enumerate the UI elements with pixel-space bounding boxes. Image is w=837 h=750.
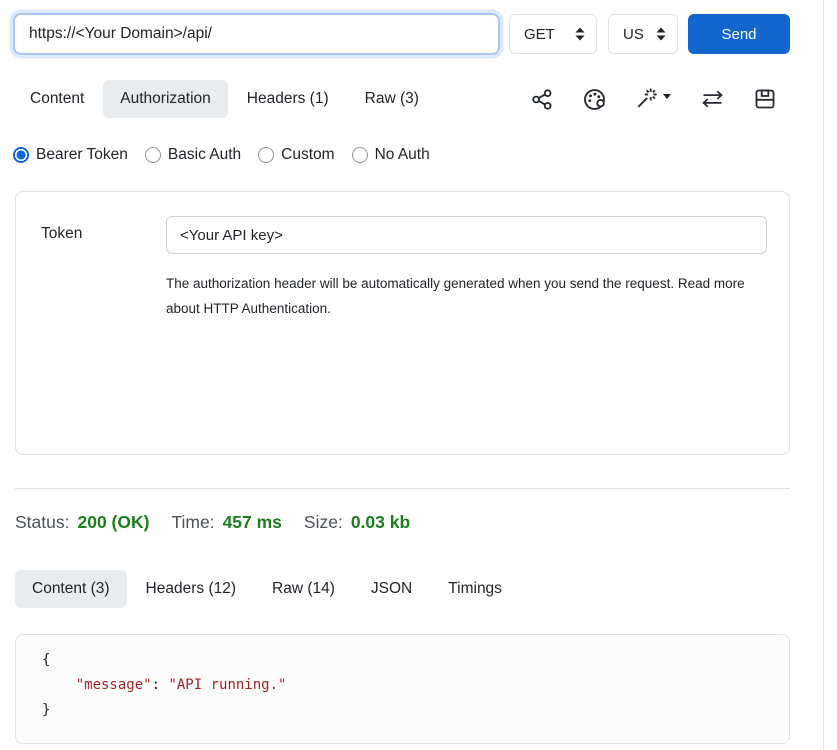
response-status-row: Status: 200 (OK) Time: 457 ms Size: 0.03…: [15, 512, 822, 533]
resp-tab-raw[interactable]: Raw (14): [255, 570, 352, 608]
radio-no-auth[interactable]: No Auth: [352, 146, 430, 164]
tab-raw[interactable]: Raw (3): [348, 80, 436, 118]
scroll-gutter-line: [823, 0, 824, 750]
code-line-close: }: [42, 698, 789, 723]
select-updown-icon: [575, 27, 585, 41]
radio-unselected-icon: [258, 147, 274, 163]
tab-headers[interactable]: Headers (1): [230, 80, 346, 118]
tab-content[interactable]: Content: [13, 80, 101, 118]
time-label: Time:: [171, 512, 214, 533]
radio-basic-auth[interactable]: Basic Auth: [145, 146, 241, 164]
resp-tab-timings[interactable]: Timings: [431, 570, 519, 608]
region-select-value: US: [623, 26, 644, 43]
auth-help-text: The authorization header will be automat…: [166, 271, 756, 321]
bearer-token-panel: Token The authorization header will be a…: [15, 191, 790, 455]
resp-tab-json[interactable]: JSON: [354, 570, 429, 608]
request-bar: GET US Send: [13, 13, 822, 55]
json-separator: :: [152, 677, 169, 693]
status-pair: Status: 200 (OK): [15, 512, 149, 533]
radio-label: Basic Auth: [168, 146, 241, 164]
chevron-down-icon: [663, 94, 671, 99]
token-input[interactable]: [166, 216, 767, 254]
radio-unselected-icon: [352, 147, 368, 163]
radio-label: Custom: [281, 146, 334, 164]
token-label: Token: [41, 216, 166, 254]
size-pair: Size: 0.03 kb: [304, 512, 410, 533]
radio-bearer-token[interactable]: Bearer Token: [13, 146, 128, 164]
time-pair: Time: 457 ms: [171, 512, 281, 533]
status-label: Status:: [15, 512, 69, 533]
code-line-open: {: [42, 648, 789, 673]
time-value: 457 ms: [223, 512, 282, 533]
json-value: "API running.": [168, 677, 286, 693]
radio-label: No Auth: [375, 146, 430, 164]
share-icon[interactable]: [531, 88, 554, 111]
swap-arrows-icon[interactable]: [700, 89, 725, 109]
size-value: 0.03 kb: [351, 512, 410, 533]
palette-icon[interactable]: [583, 88, 606, 111]
code-line-message: "message": "API running.": [42, 673, 789, 698]
api-client-page: GET US Send Content Authorization Header…: [0, 0, 822, 744]
send-button[interactable]: Send: [688, 14, 790, 54]
region-select[interactable]: US: [608, 14, 678, 54]
magic-wand-icon[interactable]: [635, 87, 671, 111]
tab-authorization[interactable]: Authorization: [103, 80, 227, 118]
request-tabs-row: Content Authorization Headers (1) Raw (3…: [13, 80, 822, 118]
method-select-value: GET: [524, 26, 555, 43]
radio-selected-icon: [13, 147, 29, 163]
response-body-code: { "message": "API running." }: [15, 634, 790, 744]
method-select[interactable]: GET: [509, 14, 597, 54]
radio-unselected-icon: [145, 147, 161, 163]
url-input[interactable]: [13, 13, 500, 55]
save-icon[interactable]: [754, 88, 776, 110]
resp-tab-headers[interactable]: Headers (12): [129, 570, 253, 608]
response-tabs-row: Content (3) Headers (12) Raw (14) JSON T…: [15, 570, 822, 608]
status-value: 200 (OK): [77, 512, 149, 533]
json-key: "message": [42, 677, 152, 693]
radio-custom[interactable]: Custom: [258, 146, 334, 164]
section-divider: [15, 488, 790, 489]
radio-label: Bearer Token: [36, 146, 128, 164]
toolbar-icons: [531, 87, 776, 111]
auth-type-options: Bearer Token Basic Auth Custom No Auth: [13, 146, 822, 164]
select-updown-icon: [656, 27, 666, 41]
size-label: Size:: [304, 512, 343, 533]
resp-tab-content[interactable]: Content (3): [15, 570, 127, 608]
